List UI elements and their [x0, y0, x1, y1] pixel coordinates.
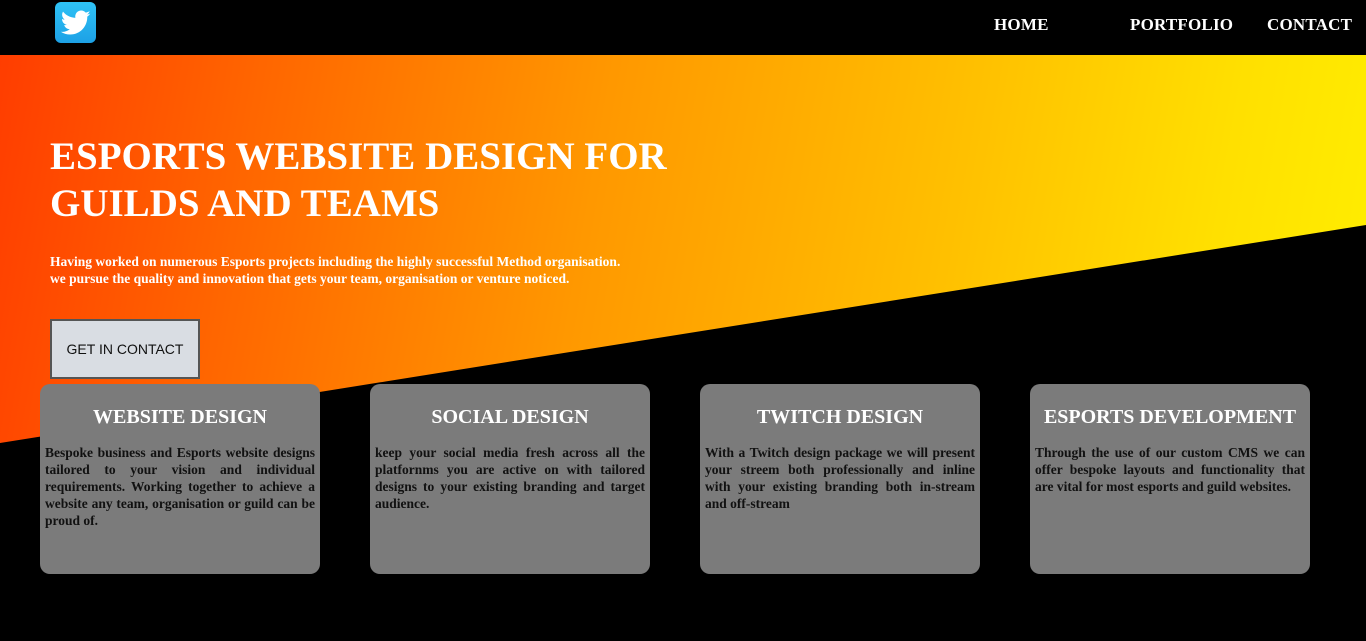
service-card-esports-development: ESPORTS DEVELOPMENT Through the use of o… — [1030, 384, 1310, 574]
service-card-text: Through the use of our custom CMS we can… — [1035, 445, 1305, 494]
nav-contact-link[interactable]: CONTACT — [1267, 15, 1352, 35]
get-in-contact-button[interactable]: GET IN CONTACT — [50, 319, 200, 379]
service-card-text: Bespoke business and Esports website des… — [45, 445, 315, 528]
service-card-title: ESPORTS DEVELOPMENT — [1043, 406, 1297, 428]
service-card-twitch-design: TWITCH DESIGN With a Twitch design packa… — [700, 384, 980, 574]
service-card-title: WEBSITE DESIGN — [93, 406, 267, 428]
nav-home-link[interactable]: HOME — [994, 15, 1049, 35]
service-card-website-design: WEBSITE DESIGN Bespoke business and Espo… — [40, 384, 320, 574]
service-card-text: With a Twitch design package we will pre… — [705, 445, 975, 511]
top-navbar: HOME PORTFOLIO CONTACT — [0, 0, 1366, 55]
hero-description: Having worked on numerous Esports projec… — [50, 254, 621, 286]
twitter-bird-icon[interactable] — [55, 2, 96, 43]
hero-title: ESPORTS WEBSITE DESIGN FOR GUILDS AND TE… — [50, 135, 667, 225]
service-card-title: SOCIAL DESIGN — [431, 406, 589, 428]
service-card-text: keep your social media fresh across all … — [375, 445, 645, 511]
service-card-social-design: SOCIAL DESIGN keep your social media fre… — [370, 384, 650, 574]
nav-portfolio-link[interactable]: PORTFOLIO — [1130, 15, 1233, 35]
service-card-title: TWITCH DESIGN — [756, 406, 924, 428]
